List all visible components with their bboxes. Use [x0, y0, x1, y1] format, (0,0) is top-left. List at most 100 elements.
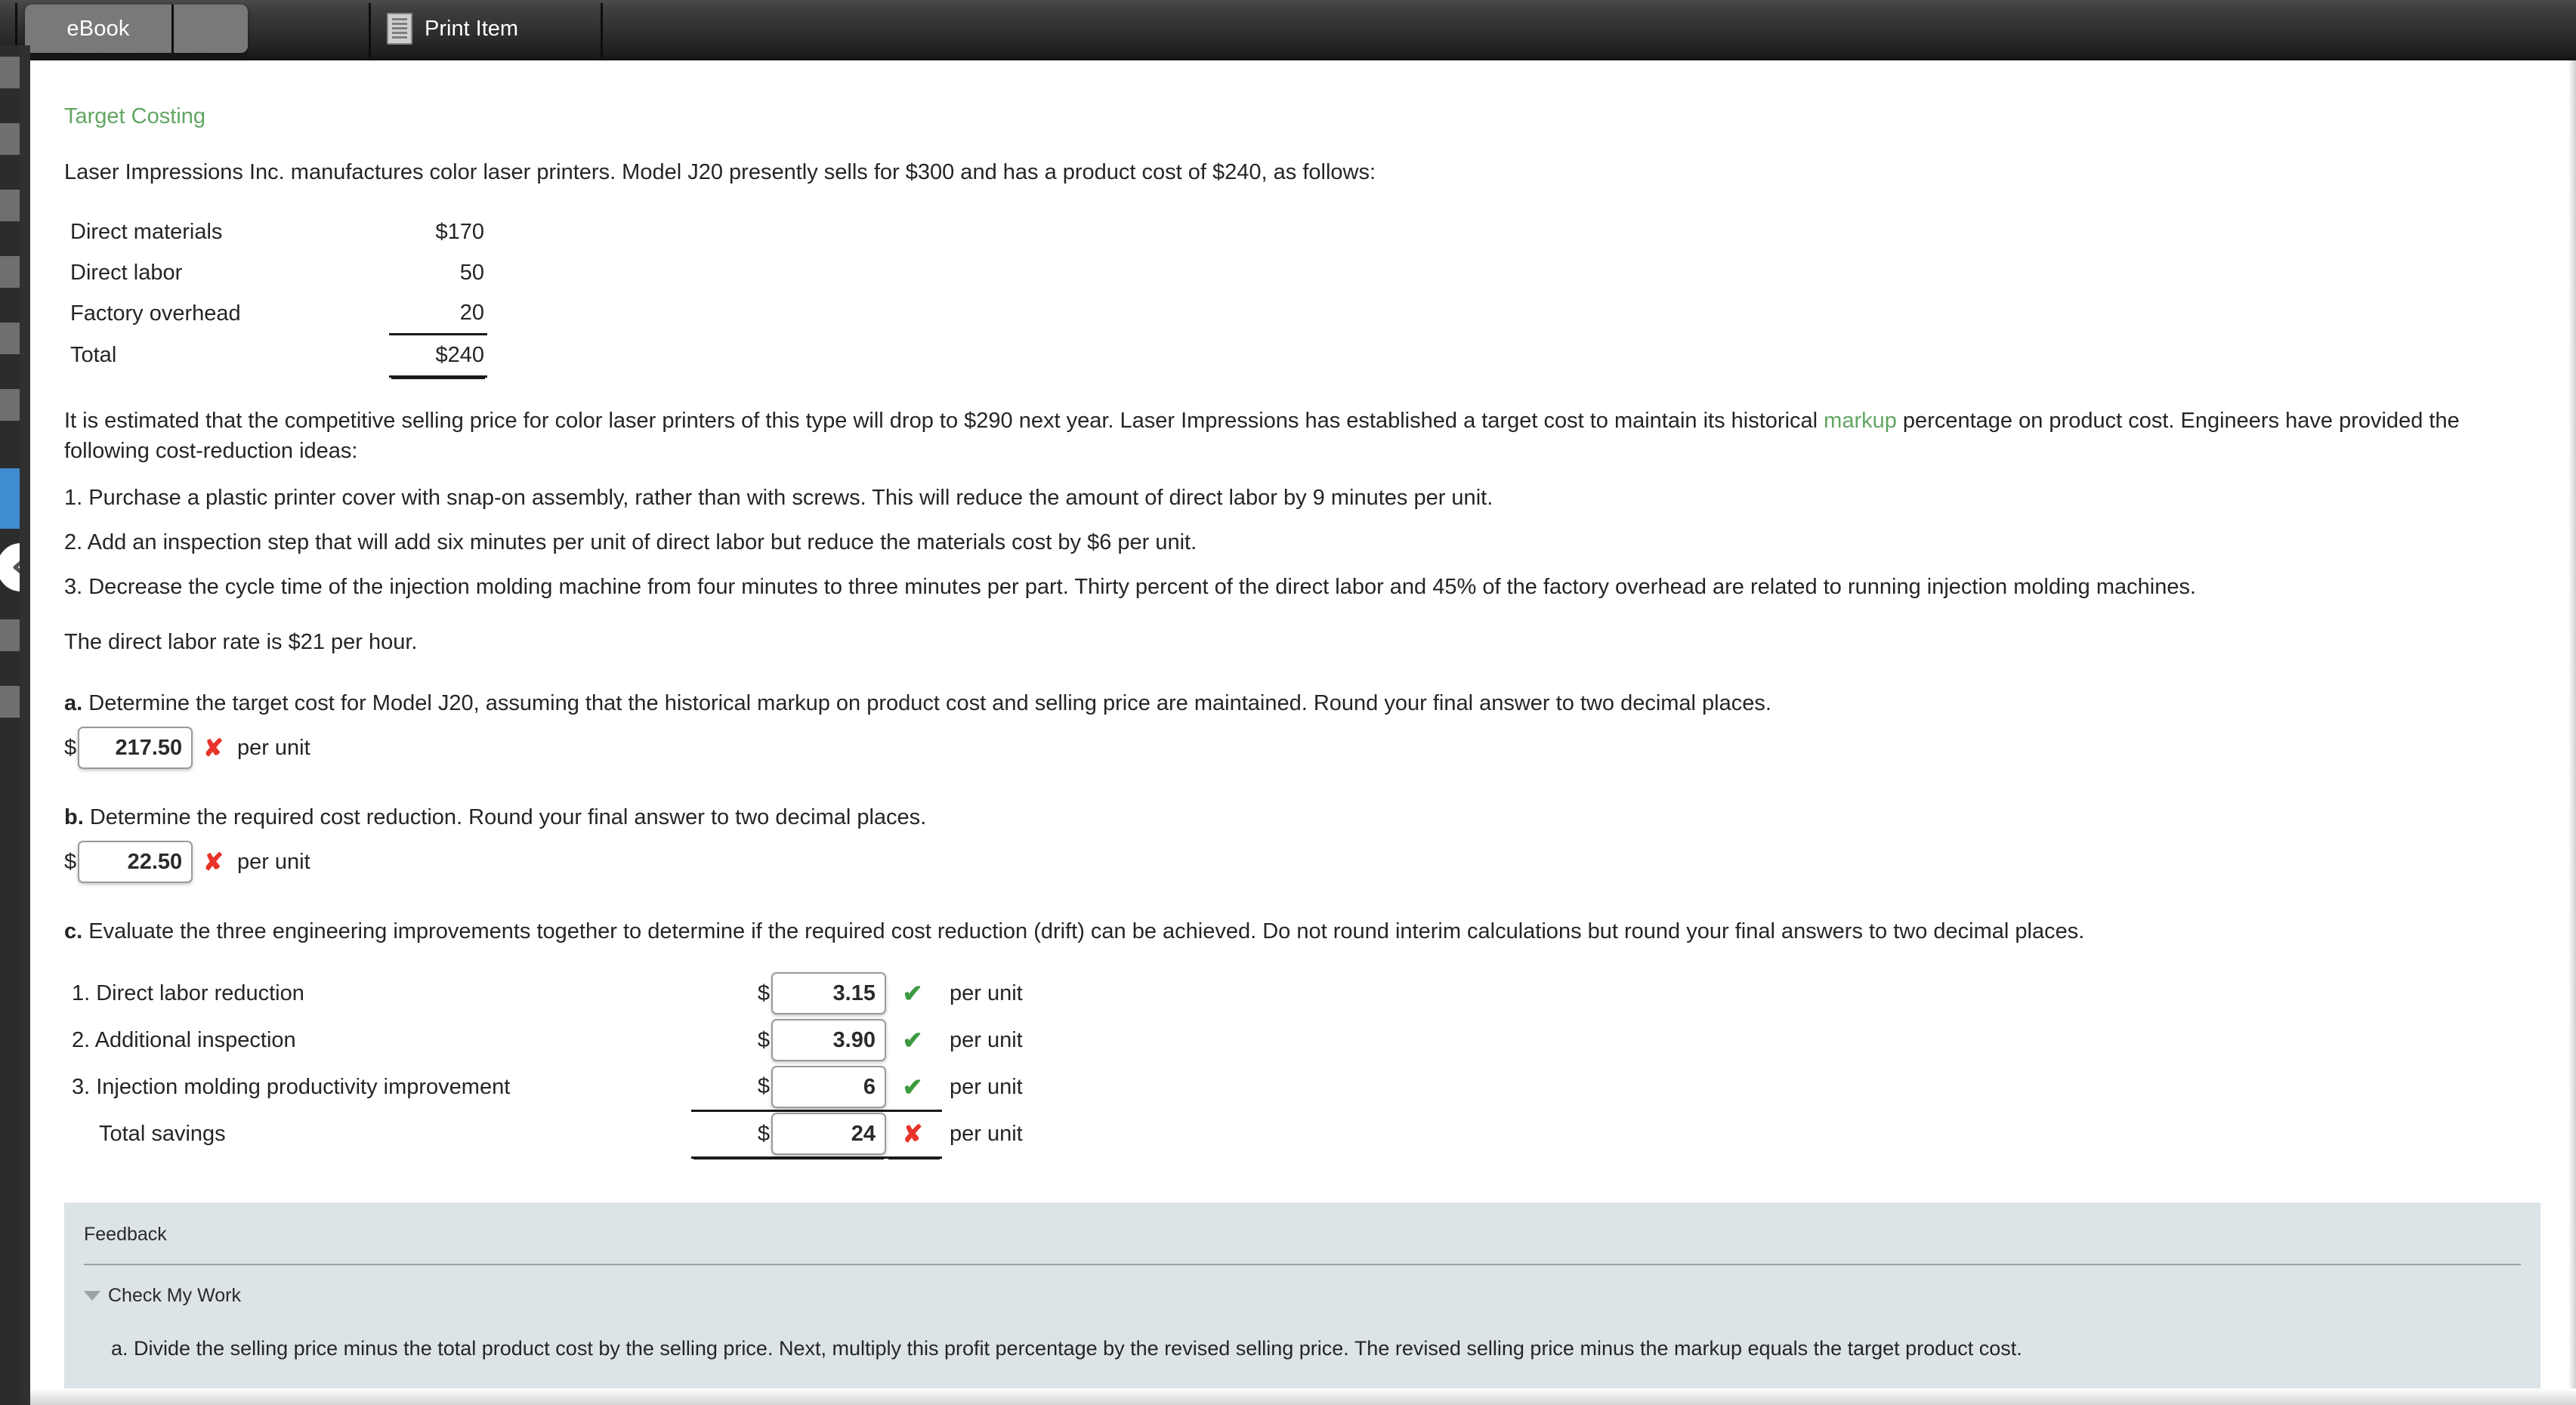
correct-mark-icon: ✔ — [902, 1073, 923, 1101]
feedback-item-a: a. Divide the selling price minus the to… — [111, 1336, 2022, 1360]
cost-amount: 50 — [459, 260, 484, 285]
incorrect-mark-icon: ✘ — [902, 1120, 923, 1148]
question-b-prompt: b. Determine the required cost reduction… — [64, 805, 2550, 830]
toolbar-divider-3 — [601, 3, 603, 57]
content-bottom-edge — [30, 1388, 2576, 1405]
target-cost-paragraph: It is estimated that the competitive sel… — [64, 406, 2550, 466]
unit-label: per unit — [950, 1121, 1023, 1146]
rail-segment[interactable] — [0, 323, 20, 354]
print-item-label: Print Item — [425, 16, 519, 41]
cost-reduction-idea-1: 1. Purchase a plastic printer cover with… — [64, 486, 1493, 511]
dollar-sign: $ — [757, 1121, 770, 1146]
cost-reduction-idea-3: 3. Decrease the cycle time of the inject… — [64, 575, 2197, 600]
answer-input-c2[interactable]: 3.90 — [771, 1019, 886, 1062]
unit-label: per unit — [236, 849, 310, 874]
correct-mark-icon: ✔ — [902, 1027, 923, 1055]
dollar-sign: $ — [64, 849, 77, 874]
triangle-down-icon — [84, 1290, 100, 1301]
answer-input-b[interactable]: 22.50 — [78, 841, 193, 884]
ebook-tab-split — [171, 5, 174, 53]
rail-segment[interactable] — [0, 686, 20, 718]
improvement-field-cell: $ 3.15 — [691, 970, 886, 1017]
improvement-field-cell: $ 3.90 — [691, 1017, 886, 1064]
question-a-text: Determine the target cost for Model J20,… — [88, 691, 1771, 716]
improvements-table: 1. Direct labor reduction $ 3.15 ✔ per u… — [64, 970, 1023, 1159]
print-document-icon — [387, 13, 412, 45]
incorrect-mark-icon: ✘ — [203, 734, 224, 762]
cost-amount: 20 — [459, 301, 484, 326]
question-a-letter: a. — [64, 691, 83, 716]
left-page-rail[interactable] — [0, 45, 48, 1405]
content-right-edge — [2568, 60, 2576, 1405]
check-my-work-label: Check My Work — [108, 1284, 241, 1306]
unit-label: per unit — [236, 735, 310, 760]
dollar-sign: $ — [757, 980, 770, 1005]
improvement-field-cell: $ 24 — [691, 1109, 886, 1159]
improvement-field-cell: $ 6 — [691, 1064, 886, 1110]
cost-label-total: Total — [70, 343, 117, 368]
improvement-label: 2. Additional inspection — [72, 1027, 296, 1052]
dollar-sign: $ — [757, 1027, 770, 1052]
toolbar-divider-2 — [369, 3, 371, 57]
correct-mark-icon: ✔ — [902, 980, 923, 1008]
print-item-button[interactable]: Print Item — [387, 5, 518, 53]
answer-input-a[interactable]: 217.50 — [78, 727, 193, 770]
question-c-text: Evaluate the three engineering improveme… — [88, 919, 2085, 944]
question-b-text: Determine the required cost reduction. R… — [89, 805, 927, 830]
question-b-answer-row: $ 22.50 ✘ per unit — [64, 841, 2550, 884]
question-b-letter: b. — [64, 805, 84, 830]
rail-segment[interactable] — [0, 57, 20, 88]
cost-amount-total: $240 — [389, 333, 487, 378]
table-row: Factory overhead 20 — [64, 293, 487, 335]
unit-label: per unit — [950, 1027, 1023, 1052]
assignment-page: Target Costing Laser Impressions Inc. ma… — [64, 60, 2550, 1405]
cost-reduction-idea-2: 2. Add an inspection step that will add … — [64, 530, 1197, 555]
feedback-title: Feedback — [84, 1223, 167, 1245]
answer-input-c1[interactable]: 3.15 — [771, 972, 886, 1015]
question-c-letter: c. — [64, 919, 83, 944]
cost-amount: $170 — [435, 219, 484, 244]
rail-segment[interactable] — [0, 256, 20, 288]
answer-input-total-savings[interactable]: 24 — [771, 1113, 886, 1156]
table-row-total: Total savings $ 24 ✘ per unit — [64, 1109, 1023, 1159]
rail-segment[interactable] — [0, 190, 20, 221]
rail-segment[interactable] — [0, 389, 20, 421]
cost-label: Direct labor — [70, 260, 183, 285]
feedback-panel: Feedback Check My Work a. Divide the sel… — [64, 1202, 2540, 1405]
table-row: 2. Additional inspection $ 3.90 ✔ per un… — [64, 1017, 1023, 1064]
ebook-tab-label: eBook — [66, 16, 130, 41]
top-toolbar: eBook Print Item — [0, 0, 2576, 60]
answer-input-c3[interactable]: 6 — [771, 1065, 886, 1108]
markup-glossary-link[interactable]: markup — [1824, 409, 1897, 433]
page-title: Target Costing — [64, 104, 205, 128]
cost-label: Direct materials — [70, 219, 223, 244]
rail-gutter — [20, 45, 30, 1405]
question-c-prompt: c. Evaluate the three engineering improv… — [64, 919, 2550, 944]
ebook-tab[interactable]: eBook — [25, 5, 248, 53]
total-savings-label: Total savings — [99, 1121, 226, 1146]
product-cost-table: Direct materials $170 Direct labor 50 Fa… — [64, 212, 487, 378]
paragraph-text-before-link: It is estimated that the competitive sel… — [64, 409, 1824, 434]
rail-segment[interactable] — [0, 619, 20, 651]
rail-segment[interactable] — [0, 123, 20, 155]
question-a-prompt: a. Determine the target cost for Model J… — [64, 691, 2550, 716]
question-a-answer-row: $ 217.50 ✘ per unit — [64, 727, 2550, 770]
table-row: 3. Injection molding productivity improv… — [64, 1064, 1023, 1110]
unit-label: per unit — [950, 980, 1023, 1005]
check-my-work-toggle[interactable]: Check My Work — [64, 1265, 2540, 1307]
table-row: 1. Direct labor reduction $ 3.15 ✔ per u… — [64, 970, 1023, 1017]
dollar-sign: $ — [64, 735, 77, 760]
incorrect-mark-icon: ✘ — [203, 848, 224, 876]
dollar-sign: $ — [757, 1074, 770, 1099]
rail-segment-active[interactable] — [0, 468, 20, 529]
table-row: Direct materials $170 — [64, 212, 487, 252]
labor-rate-note: The direct labor rate is $21 per hour. — [64, 630, 418, 655]
cost-label: Factory overhead — [70, 301, 241, 326]
content-pane: Target Costing Laser Impressions Inc. ma… — [30, 60, 2568, 1405]
intro-paragraph: Laser Impressions Inc. manufactures colo… — [64, 160, 1376, 184]
table-row-total: Total $240 — [64, 333, 487, 378]
improvement-label: 3. Injection molding productivity improv… — [72, 1074, 511, 1099]
improvement-label: 1. Direct labor reduction — [72, 980, 304, 1005]
table-row: Direct labor 50 — [64, 252, 487, 293]
unit-label: per unit — [950, 1074, 1023, 1099]
